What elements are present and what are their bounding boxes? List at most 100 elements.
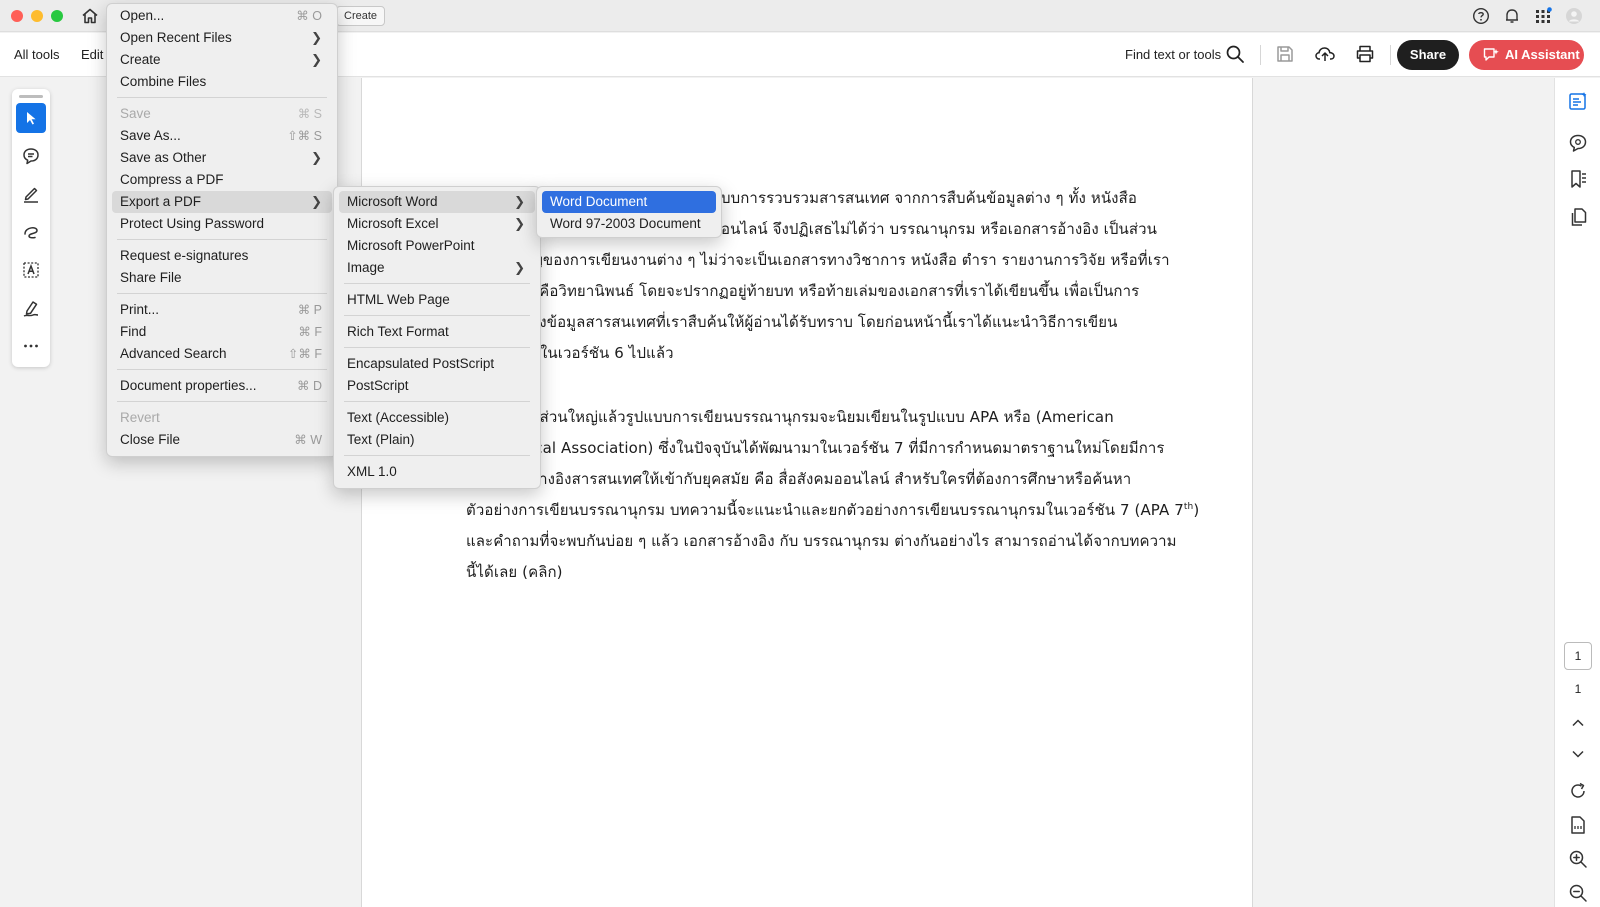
text-box-tool-button[interactable]: [16, 255, 46, 285]
word-item-word-document[interactable]: Word Document: [542, 191, 716, 213]
menu-separator: [117, 97, 327, 98]
export-pdf-submenu: Microsoft Word ❯ Microsoft Excel ❯ Microso…: [333, 186, 541, 489]
menu-item-label: Revert: [120, 410, 160, 425]
previous-page-chevron-up-icon[interactable]: [1567, 712, 1589, 734]
menu-item-document-properties[interactable]: Document properties... ⌘ D: [112, 375, 332, 397]
microsoft-word-submenu: Word Document Word 97-2003 Document: [536, 186, 722, 238]
minimize-window-button[interactable]: [31, 10, 43, 22]
menu-item-request-e-signatures[interactable]: Request e-signatures: [112, 245, 332, 267]
select-tool-button[interactable]: [16, 103, 46, 133]
export-item-xml[interactable]: XML 1.0: [339, 461, 535, 483]
menu-shortcut: ⇧⌘ F: [287, 347, 322, 361]
menu-item-label: Word 97-2003 Document: [550, 216, 701, 231]
menu-item-label: Combine Files: [120, 74, 207, 89]
export-item-microsoft-powerpoint[interactable]: Microsoft PowerPoint: [339, 235, 535, 257]
menu-item-find[interactable]: Find ⌘ F: [112, 321, 332, 343]
menu-item-advanced-search[interactable]: Advanced Search ⇧⌘ F: [112, 343, 332, 365]
menu-item-label: Document properties...: [120, 378, 257, 393]
menu-item-label: Word Document: [550, 194, 648, 209]
export-item-text-plain[interactable]: Text (Plain): [339, 429, 535, 451]
find-text-or-tools[interactable]: Find text or tools: [1125, 47, 1221, 62]
fit-page-icon[interactable]: [1567, 814, 1589, 836]
menu-item-label: XML 1.0: [347, 464, 397, 479]
palette-drag-handle[interactable]: [19, 95, 43, 98]
doc-text-line: บบการรวบรวมสารสนเทศ จากการสืบค้นข้อมูลต่…: [721, 189, 1137, 207]
current-page-input[interactable]: 1: [1564, 642, 1592, 670]
notifications-bell-icon[interactable]: [1503, 7, 1521, 25]
export-item-microsoft-word[interactable]: Microsoft Word ❯: [339, 191, 535, 213]
menu-item-label: Open Recent Files: [120, 30, 232, 45]
ai-assistant-icon: [1483, 48, 1499, 61]
menu-item-label: Save As...: [120, 128, 181, 143]
export-item-microsoft-excel[interactable]: Microsoft Excel ❯: [339, 213, 535, 235]
menu-separator: [344, 347, 530, 348]
quick-tools-palette: [12, 89, 50, 367]
save-icon[interactable]: [1274, 43, 1296, 65]
export-item-postscript[interactable]: PostScript: [339, 375, 535, 397]
doc-text-line: อ้างอิงสารสนเทศให้เข้ากับยุคสมัย คือ สื่…: [530, 470, 1132, 488]
comments-panel-icon[interactable]: [1567, 132, 1589, 154]
home-icon[interactable]: [80, 6, 100, 26]
edit-tab[interactable]: Edit: [81, 47, 103, 62]
freehand-draw-icon: [24, 227, 38, 239]
upload-cloud-icon[interactable]: [1314, 43, 1336, 65]
menu-item-share-file[interactable]: Share File: [112, 267, 332, 289]
menu-item-create[interactable]: Create ❯: [112, 49, 332, 71]
menu-item-label: Protect Using Password: [120, 216, 265, 231]
share-button[interactable]: Share: [1397, 40, 1459, 70]
doc-text-line: บส่วนใหญ่แล้วรูปแบบการเขียนบรรณานุกรมจะน…: [530, 408, 1114, 426]
export-item-rich-text-format[interactable]: Rich Text Format: [339, 321, 535, 343]
menu-item-combine-files[interactable]: Combine Files: [112, 71, 332, 93]
avatar[interactable]: [1565, 7, 1583, 25]
sign-tool-button[interactable]: [16, 293, 46, 323]
menu-item-open[interactable]: Open... ⌘ O: [112, 5, 332, 27]
menu-item-label: Microsoft Excel: [347, 216, 439, 231]
apps-grid-icon[interactable]: [1534, 7, 1552, 25]
menu-item-print[interactable]: Print... ⌘ P: [112, 299, 332, 321]
bookmarks-icon[interactable]: [1567, 168, 1589, 190]
zoom-in-icon[interactable]: [1567, 848, 1589, 870]
word-item-word-97-2003-document[interactable]: Word 97-2003 Document: [542, 213, 716, 235]
more-tools-button[interactable]: [16, 331, 46, 361]
export-item-text-accessible[interactable]: Text (Accessible): [339, 407, 535, 429]
close-window-button[interactable]: [11, 10, 23, 22]
export-item-encapsulated-postscript[interactable]: Encapsulated PostScript: [339, 353, 535, 375]
menu-item-save-as-other[interactable]: Save as Other ❯: [112, 147, 332, 169]
zoom-out-icon[interactable]: [1567, 882, 1589, 904]
menu-separator: [344, 455, 530, 456]
ai-summary-icon[interactable]: [1567, 90, 1589, 112]
menu-item-export-pdf[interactable]: Export a PDF ❯: [112, 191, 332, 213]
export-item-html-web-page[interactable]: HTML Web Page: [339, 289, 535, 311]
create-tab[interactable]: Create: [336, 6, 386, 26]
ai-assistant-button[interactable]: AI Assistant: [1469, 40, 1584, 70]
doc-text-line: ical Association) ซึ่งในปัจจุบันได้พัฒนา…: [530, 439, 1165, 457]
menu-shortcut: ⌘ O: [296, 9, 322, 23]
cursor-arrow-icon: [27, 112, 36, 125]
rotate-view-icon[interactable]: [1567, 780, 1589, 802]
print-icon[interactable]: [1354, 43, 1376, 65]
menu-item-save-as[interactable]: Save As... ⇧⌘ S: [112, 125, 332, 147]
search-icon[interactable]: [1224, 43, 1246, 65]
menu-item-save: Save ⌘ S: [112, 103, 332, 125]
page-thumbnails-icon[interactable]: [1567, 206, 1589, 228]
help-icon[interactable]: [1472, 7, 1490, 25]
menu-item-protect-using-password[interactable]: Protect Using Password: [112, 213, 332, 235]
next-page-chevron-down-icon[interactable]: [1567, 743, 1589, 765]
zoom-window-button[interactable]: [51, 10, 63, 22]
export-item-image[interactable]: Image ❯: [339, 257, 535, 279]
menu-item-label: Encapsulated PostScript: [347, 356, 495, 371]
highlight-tool-button[interactable]: [16, 179, 46, 209]
ai-assistant-label: AI Assistant: [1505, 47, 1580, 62]
menu-item-label: Print...: [120, 302, 160, 317]
menu-item-compress-pdf[interactable]: Compress a PDF: [112, 169, 332, 191]
all-tools-tab[interactable]: All tools: [14, 47, 60, 62]
draw-tool-button[interactable]: [16, 217, 46, 247]
comment-icon: [23, 148, 39, 165]
menu-separator: [344, 315, 530, 316]
sign-pen-icon: [23, 301, 39, 317]
menu-item-revert: Revert: [112, 407, 332, 429]
menu-item-open-recent-files[interactable]: Open Recent Files ❯: [112, 27, 332, 49]
menu-item-close-file[interactable]: Close File ⌘ W: [112, 429, 332, 451]
menu-item-label: Rich Text Format: [347, 324, 449, 339]
add-comment-tool-button[interactable]: [16, 141, 46, 171]
